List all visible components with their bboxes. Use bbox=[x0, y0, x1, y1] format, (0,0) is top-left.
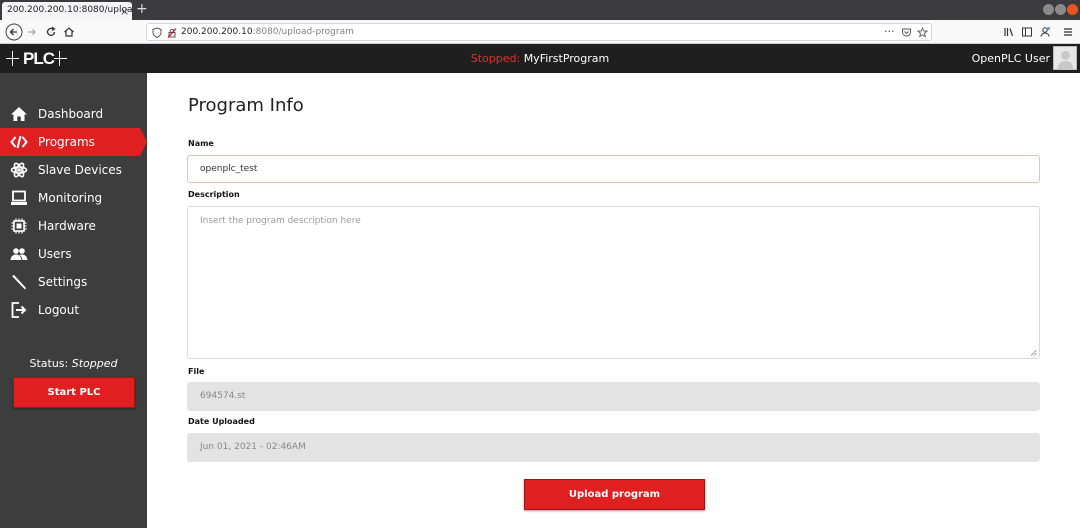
url-host: 200.200.200.10 bbox=[181, 27, 253, 37]
logout-icon bbox=[11, 302, 27, 318]
description-label: Description bbox=[188, 190, 240, 199]
new-tab-button[interactable]: + bbox=[136, 1, 148, 17]
sidebar-item-label: Hardware bbox=[38, 219, 96, 233]
date-uploaded-field: Jun 01, 2021 - 02:46AM bbox=[187, 433, 1040, 462]
sidebar-item-slave-devices[interactable]: Slave Devices bbox=[0, 156, 147, 184]
resize-grip-icon[interactable] bbox=[1030, 349, 1037, 356]
tab-title: 200.200.200.10:8080/upload bbox=[7, 5, 132, 15]
tab-close-icon[interactable]: × bbox=[120, 5, 129, 18]
user-name[interactable]: OpenPLC User bbox=[972, 52, 1050, 65]
hamburger-menu-icon[interactable] bbox=[1062, 26, 1074, 38]
browser-tab[interactable]: 200.200.200.10:8080/upload × bbox=[2, 2, 132, 20]
status-stopped-label: Stopped: bbox=[470, 52, 521, 65]
wrench-icon bbox=[12, 275, 26, 290]
browser-nav-bar: 200.200.200.10:8080/upload-program ··· bbox=[0, 20, 1080, 44]
file-field: 694574.st bbox=[187, 382, 1040, 411]
sidebar-item-label: Settings bbox=[38, 275, 88, 289]
atom-icon bbox=[10, 162, 28, 178]
bookmark-star-icon[interactable] bbox=[917, 27, 928, 38]
sidebar-item-monitoring[interactable]: Monitoring bbox=[0, 184, 147, 212]
main-content: Program Info Name openplc_test Descripti… bbox=[147, 73, 1080, 528]
date-uploaded-label: Date Uploaded bbox=[188, 417, 255, 426]
program-status: Stopped: MyFirstProgram bbox=[0, 52, 1080, 65]
sidebar-toggle-icon[interactable] bbox=[1021, 26, 1033, 38]
forward-icon[interactable] bbox=[26, 26, 38, 38]
window-close-button[interactable] bbox=[1067, 4, 1078, 15]
sidebar-item-dashboard[interactable]: Dashboard bbox=[0, 100, 147, 128]
sidebar-item-label: Dashboard bbox=[38, 107, 104, 121]
page-actions-icon[interactable]: ··· bbox=[884, 25, 895, 38]
avatar-head-icon bbox=[1061, 51, 1070, 60]
name-label: Name bbox=[188, 139, 214, 148]
plc-status-label: Status: bbox=[29, 357, 69, 370]
name-field[interactable]: openplc_test bbox=[187, 155, 1040, 183]
plc-status: Status: Stopped bbox=[0, 357, 147, 370]
home-browser-icon[interactable] bbox=[63, 26, 75, 38]
sidebar-item-label: Users bbox=[38, 247, 72, 261]
sidebar-item-label: Monitoring bbox=[38, 191, 103, 205]
account-icon[interactable] bbox=[1039, 26, 1051, 38]
window-minimize-button[interactable] bbox=[1043, 4, 1054, 15]
app-header: PLC Stopped: MyFirstProgram OpenPLC User bbox=[0, 44, 1080, 73]
sidebar-item-settings[interactable]: Settings bbox=[0, 268, 147, 296]
users-icon bbox=[10, 248, 28, 260]
plc-status-value: Stopped bbox=[71, 357, 118, 370]
upload-program-button[interactable]: Upload program bbox=[524, 479, 705, 510]
library-icon[interactable] bbox=[1003, 26, 1015, 38]
window-maximize-button[interactable] bbox=[1055, 4, 1066, 15]
sidebar-item-label: Slave Devices bbox=[38, 163, 122, 177]
monitor-icon bbox=[11, 190, 27, 205]
description-placeholder: Insert the program description here bbox=[200, 216, 361, 226]
sidebar-item-programs[interactable]: Programs bbox=[0, 128, 147, 156]
browser-tab-bar: 200.200.200.10:8080/upload × + bbox=[0, 0, 1080, 20]
page-title: Program Info bbox=[188, 95, 304, 116]
start-plc-button[interactable]: Start PLC bbox=[13, 377, 135, 408]
chip-icon bbox=[11, 218, 27, 234]
reload-icon[interactable] bbox=[45, 26, 57, 38]
sidebar-item-hardware[interactable]: Hardware bbox=[0, 212, 147, 240]
pocket-icon[interactable] bbox=[901, 27, 912, 38]
sidebar-item-label: Programs bbox=[38, 135, 95, 149]
sidebar-item-logout[interactable]: Logout bbox=[0, 296, 147, 324]
home-icon bbox=[11, 107, 27, 121]
avatar-body-icon bbox=[1058, 61, 1073, 70]
code-icon bbox=[10, 135, 28, 149]
url-text: 200.200.200.10:8080/upload-program bbox=[181, 27, 354, 37]
sidebar: Dashboard Programs Slave Devices Monitor… bbox=[0, 73, 147, 528]
url-bar[interactable]: 200.200.200.10:8080/upload-program ··· bbox=[146, 23, 932, 41]
url-path: :8080/upload-program bbox=[252, 27, 354, 37]
back-icon[interactable] bbox=[5, 23, 23, 41]
description-field[interactable]: Insert the program description here bbox=[187, 206, 1040, 359]
file-label: File bbox=[188, 367, 205, 376]
insecure-lock-icon[interactable] bbox=[167, 28, 177, 38]
avatar[interactable] bbox=[1053, 46, 1077, 70]
shield-icon[interactable] bbox=[152, 27, 162, 38]
sidebar-item-label: Logout bbox=[38, 303, 80, 317]
current-program-name: MyFirstProgram bbox=[523, 52, 610, 65]
sidebar-item-users[interactable]: Users bbox=[0, 240, 147, 268]
